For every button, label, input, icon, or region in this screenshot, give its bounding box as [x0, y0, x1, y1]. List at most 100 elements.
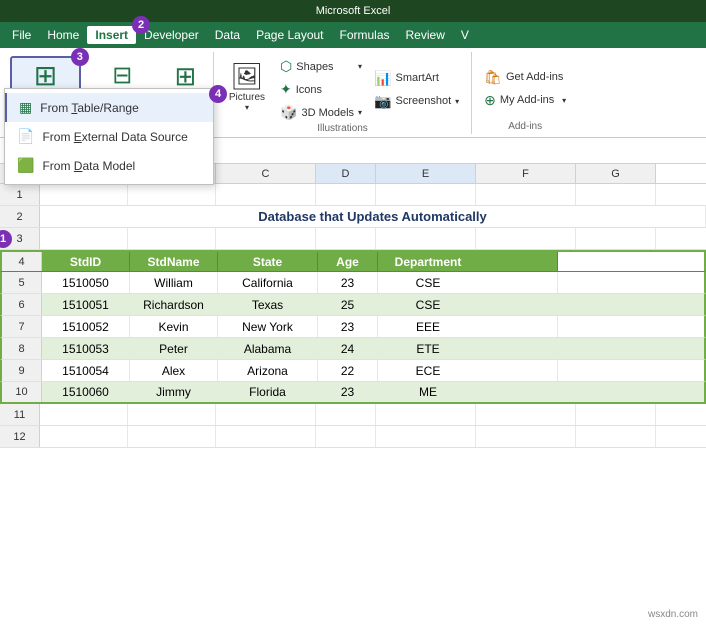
row-4-g[interactable]: [478, 252, 558, 271]
menu-item-page-layout[interactable]: Page Layout: [248, 26, 331, 44]
from-data-model-icon: 🟩: [17, 157, 34, 174]
menu-item-home[interactable]: Home: [39, 26, 87, 44]
r11-b[interactable]: [128, 404, 216, 425]
r9-dept[interactable]: ECE: [378, 360, 478, 381]
header-stdname[interactable]: StdName: [130, 252, 218, 271]
r8-age[interactable]: 24: [318, 338, 378, 359]
r12-f[interactable]: [476, 426, 576, 447]
r11-d[interactable]: [316, 404, 376, 425]
row-3-b[interactable]: [128, 228, 216, 249]
row-3-e[interactable]: [376, 228, 476, 249]
menu-item-data[interactable]: Data: [207, 26, 248, 44]
r12-b[interactable]: [128, 426, 216, 447]
from-table-label: From Table/Range: [40, 101, 139, 115]
row-8: 8 1510053 Peter Alabama 24 ETE: [0, 338, 706, 360]
row-12: 12: [0, 426, 706, 448]
row-1-f[interactable]: [476, 184, 576, 205]
r5-stdname[interactable]: William: [130, 272, 218, 293]
r5-dept[interactable]: CSE: [378, 272, 478, 293]
header-state[interactable]: State: [218, 252, 318, 271]
r5-age[interactable]: 23: [318, 272, 378, 293]
r9-stdid[interactable]: 1510054: [42, 360, 130, 381]
r6-stdid[interactable]: 1510051: [42, 294, 130, 315]
row-5: 5 1510050 William California 23 CSE: [0, 272, 706, 294]
row-3-c[interactable]: [216, 228, 316, 249]
header-department[interactable]: Department: [378, 252, 478, 271]
r11-c[interactable]: [216, 404, 316, 425]
r12-a[interactable]: [40, 426, 128, 447]
r11-e[interactable]: [376, 404, 476, 425]
row-6: 6 1510051 Richardson Texas 25 CSE: [0, 294, 706, 316]
menu-item-insert[interactable]: Insert 2: [87, 26, 136, 44]
row-3-f[interactable]: [476, 228, 576, 249]
row-1-b[interactable]: [128, 184, 216, 205]
r12-e[interactable]: [376, 426, 476, 447]
r6-state[interactable]: Texas: [218, 294, 318, 315]
r5-state[interactable]: California: [218, 272, 318, 293]
row-3-a[interactable]: [40, 228, 128, 249]
row-3-d[interactable]: [316, 228, 376, 249]
row-3-g[interactable]: [576, 228, 656, 249]
r8-state[interactable]: Alabama: [218, 338, 318, 359]
menu-item-formulas[interactable]: Formulas: [332, 26, 398, 44]
r7-age[interactable]: 23: [318, 316, 378, 337]
r7-state[interactable]: New York: [218, 316, 318, 337]
r12-g[interactable]: [576, 426, 656, 447]
row-1-e[interactable]: [376, 184, 476, 205]
3d-models-button[interactable]: 🎲 3D Models ▾: [276, 102, 366, 123]
menu-item-file[interactable]: File: [4, 26, 39, 44]
screenshot-button[interactable]: 📷 Screenshot ▾: [370, 91, 463, 112]
r9-state[interactable]: Arizona: [218, 360, 318, 381]
my-addins-button[interactable]: ⊕ My Add-ins ▾: [480, 90, 570, 111]
r5-stdid[interactable]: 1510050: [42, 272, 130, 293]
from-table-item[interactable]: ▦ From Table/Range 4: [5, 93, 213, 122]
r12-c[interactable]: [216, 426, 316, 447]
row-1-c[interactable]: [216, 184, 316, 205]
r8-stdid[interactable]: 1510053: [42, 338, 130, 359]
r6-dept[interactable]: CSE: [378, 294, 478, 315]
header-age[interactable]: Age: [318, 252, 378, 271]
row-8-num: 8: [2, 338, 42, 359]
get-addins-button[interactable]: 🛍 Get Add-ins: [480, 67, 570, 88]
r11-g[interactable]: [576, 404, 656, 425]
r10-state[interactable]: Florida: [218, 382, 318, 402]
row-1-d[interactable]: [316, 184, 376, 205]
r12-d[interactable]: [316, 426, 376, 447]
r10-age[interactable]: 23: [318, 382, 378, 402]
menu-item-more[interactable]: V: [453, 26, 477, 44]
r8-stdname[interactable]: Peter: [130, 338, 218, 359]
r5-g[interactable]: [478, 272, 558, 293]
r10-dept[interactable]: ME: [378, 382, 478, 402]
r8-dept[interactable]: ETE: [378, 338, 478, 359]
col-header-f: F: [476, 164, 576, 183]
header-stdid[interactable]: StdID: [42, 252, 130, 271]
my-addins-label: My Add-ins: [500, 94, 554, 106]
step4-badge: 4: [209, 85, 227, 103]
icons-button[interactable]: ✦ Icons: [276, 79, 366, 100]
smartart-button[interactable]: 📊 SmartArt: [370, 68, 463, 89]
r11-a[interactable]: [40, 404, 128, 425]
r7-g[interactable]: [478, 316, 558, 337]
r7-dept[interactable]: EEE: [378, 316, 478, 337]
r11-f[interactable]: [476, 404, 576, 425]
pictures-button[interactable]: 🖼 Pictures ▾: [222, 56, 272, 117]
r10-stdname[interactable]: Jimmy: [130, 382, 218, 402]
r7-stdid[interactable]: 1510052: [42, 316, 130, 337]
from-data-model-item[interactable]: 🟩 From Data Model: [5, 151, 213, 180]
r6-age[interactable]: 25: [318, 294, 378, 315]
r9-age[interactable]: 22: [318, 360, 378, 381]
r10-g[interactable]: [478, 382, 558, 402]
row-1-a[interactable]: [40, 184, 128, 205]
r8-g[interactable]: [478, 338, 558, 359]
row-1-g[interactable]: [576, 184, 656, 205]
shapes-button[interactable]: ⬡ Shapes ▾: [276, 56, 366, 77]
r9-g[interactable]: [478, 360, 558, 381]
r7-stdname[interactable]: Kevin: [130, 316, 218, 337]
r9-stdname[interactable]: Alex: [130, 360, 218, 381]
r10-stdid[interactable]: 1510060: [42, 382, 130, 402]
r6-stdname[interactable]: Richardson: [130, 294, 218, 315]
r6-g[interactable]: [478, 294, 558, 315]
menu-item-review[interactable]: Review: [398, 26, 453, 44]
col-header-c: C: [216, 164, 316, 183]
from-external-item[interactable]: 📄 From External Data Source: [5, 122, 213, 151]
